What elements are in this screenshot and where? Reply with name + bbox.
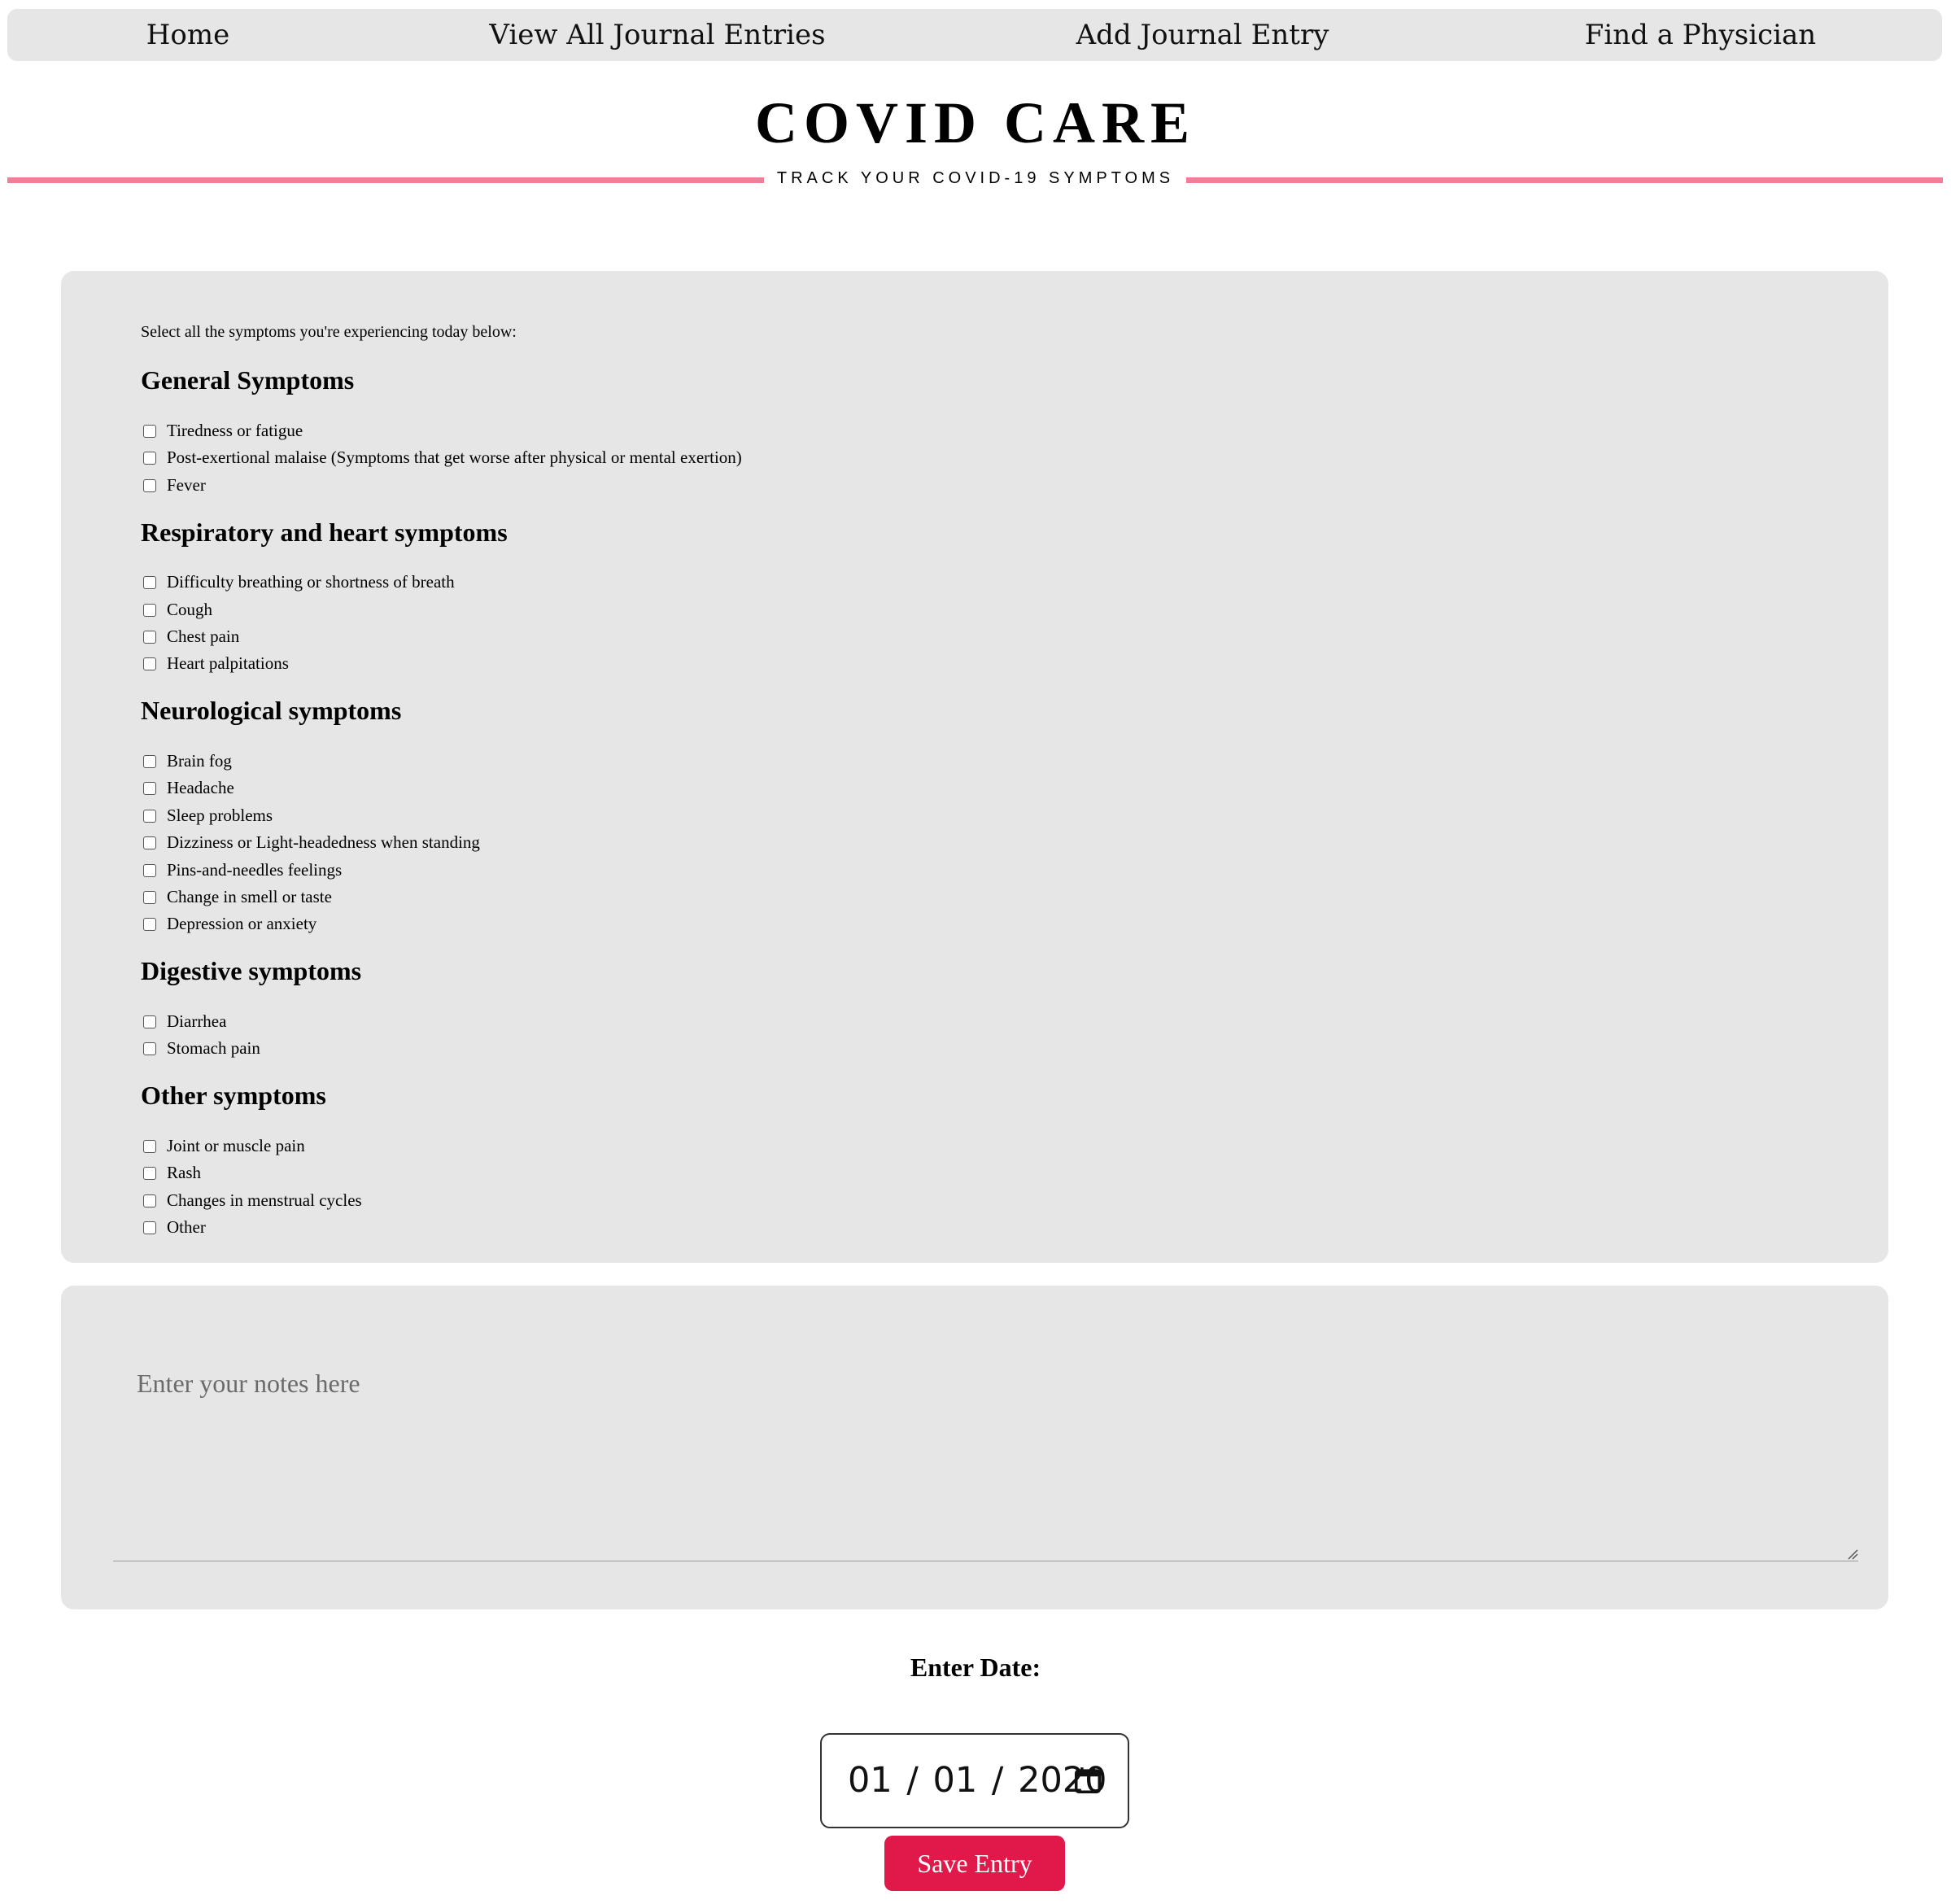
nav-view-all-entries-link[interactable]: View All Journal Entries: [489, 9, 825, 61]
symptoms-intro-text: Select all the symptoms you're experienc…: [141, 323, 517, 341]
symptom-checkbox[interactable]: [143, 630, 156, 644]
symptom-label: Dizziness or Light-headedness when stand…: [167, 832, 480, 852]
page-title: COVID CARE: [754, 90, 1197, 155]
group-title-neurological: Neurological symptoms: [141, 696, 402, 725]
top-navbar: Home View All Journal Entries Add Journa…: [7, 9, 1942, 61]
nav-find-physician-link[interactable]: Find a Physician: [1585, 9, 1816, 61]
symptom-label: Changes in menstrual cycles: [167, 1190, 362, 1210]
symptom-checkbox[interactable]: [143, 575, 156, 589]
symptom-row[interactable]: Brain fog: [143, 748, 232, 775]
save-entry-button[interactable]: Save Entry: [884, 1836, 1065, 1891]
symptom-checkbox[interactable]: [143, 890, 156, 904]
symptom-label: Sleep problems: [167, 806, 273, 825]
symptom-label: Cough: [167, 600, 213, 619]
symptom-checkbox[interactable]: [143, 863, 156, 877]
symptom-row[interactable]: Pins-and-needles feelings: [143, 857, 342, 884]
symptom-checkbox[interactable]: [143, 451, 156, 465]
symptom-row[interactable]: Chest pain: [143, 623, 239, 650]
symptom-label: Heart palpitations: [167, 653, 289, 673]
calendar-icon[interactable]: [1072, 1765, 1103, 1796]
notes-placeholder: Enter your notes here: [137, 1369, 360, 1398]
resize-grip-icon[interactable]: [1847, 1548, 1858, 1560]
date-label: Enter Date:: [910, 1653, 1041, 1682]
symptom-row[interactable]: Post-exertional malaise (Symptoms that g…: [143, 444, 742, 471]
symptom-label: Post-exertional malaise (Symptoms that g…: [167, 448, 742, 467]
symptom-row[interactable]: Cough: [143, 596, 212, 623]
symptom-row[interactable]: Tiredness or fatigue: [143, 417, 303, 444]
group-title-digestive: Digestive symptoms: [141, 956, 362, 985]
symptom-label: Other: [167, 1217, 206, 1237]
symptom-row[interactable]: Changes in menstrual cycles: [143, 1187, 362, 1214]
symptom-label: Tiredness or fatigue: [167, 421, 303, 440]
symptom-row[interactable]: Stomach pain: [143, 1035, 260, 1062]
symptom-label: Diarrhea: [167, 1011, 227, 1031]
symptom-checkbox[interactable]: [143, 1042, 156, 1055]
symptom-label: Stomach pain: [167, 1038, 260, 1058]
symptom-checkbox[interactable]: [143, 1166, 156, 1180]
symptom-checkbox[interactable]: [143, 1221, 156, 1234]
notes-textarea[interactable]: [113, 1326, 1858, 1561]
symptom-label: Fever: [167, 475, 206, 495]
symptom-label: Pins-and-needles feelings: [167, 860, 343, 880]
symptom-row[interactable]: Dizziness or Light-headedness when stand…: [143, 829, 480, 856]
symptom-checkbox[interactable]: [143, 781, 156, 795]
symptom-checkbox[interactable]: [143, 478, 156, 492]
symptom-checkbox[interactable]: [143, 809, 156, 823]
symptom-row[interactable]: Sleep problems: [143, 802, 273, 829]
symptom-checkbox[interactable]: [143, 1194, 156, 1207]
symptom-checkbox[interactable]: [143, 917, 156, 931]
symptom-row[interactable]: Headache: [143, 775, 234, 801]
symptom-label: Brain fog: [167, 751, 232, 771]
symptom-row[interactable]: Rash: [143, 1159, 201, 1186]
symptom-row[interactable]: Diarrhea: [143, 1008, 226, 1035]
symptom-checkbox[interactable]: [143, 1015, 156, 1028]
symptom-checkbox[interactable]: [143, 836, 156, 849]
symptom-label: Joint or muscle pain: [167, 1136, 305, 1155]
symptom-checkbox[interactable]: [143, 657, 156, 670]
symptom-row[interactable]: Heart palpitations: [143, 650, 289, 677]
symptom-checkbox[interactable]: [143, 1139, 156, 1153]
symptom-label: Rash: [167, 1163, 201, 1182]
date-input[interactable]: 01 / 01 / 2020: [820, 1733, 1129, 1828]
symptom-checkbox[interactable]: [143, 603, 156, 617]
symptom-row[interactable]: Change in smell or taste: [143, 884, 332, 911]
page-subtitle: TRACK YOUR COVID-19 SYMPTOMS: [776, 169, 1175, 187]
symptom-row[interactable]: Other: [143, 1214, 206, 1241]
symptom-checkbox[interactable]: [143, 754, 156, 768]
symptom-label: Change in smell or taste: [167, 887, 332, 906]
symptom-label: Headache: [167, 778, 234, 797]
symptom-row[interactable]: Difficulty breathing or shortness of bre…: [143, 569, 455, 596]
symptom-row[interactable]: Fever: [143, 472, 206, 499]
group-title-other: Other symptoms: [141, 1081, 326, 1110]
group-title-general: General Symptoms: [141, 365, 355, 395]
symptom-checkbox[interactable]: [143, 424, 156, 438]
symptom-label: Depression or anxiety: [167, 914, 317, 933]
symptoms-panel: [61, 271, 1888, 1263]
nav-home-link[interactable]: Home: [146, 9, 229, 61]
date-value[interactable]: 01 / 01 / 2020: [848, 1735, 1107, 1827]
nav-add-entry-link[interactable]: Add Journal Entry: [1076, 9, 1329, 61]
symptom-row[interactable]: Joint or muscle pain: [143, 1133, 305, 1159]
symptom-row[interactable]: Depression or anxiety: [143, 911, 316, 937]
symptom-label: Chest pain: [167, 627, 240, 646]
group-title-respiratory: Respiratory and heart symptoms: [141, 517, 508, 547]
symptom-label: Difficulty breathing or shortness of bre…: [167, 572, 455, 592]
